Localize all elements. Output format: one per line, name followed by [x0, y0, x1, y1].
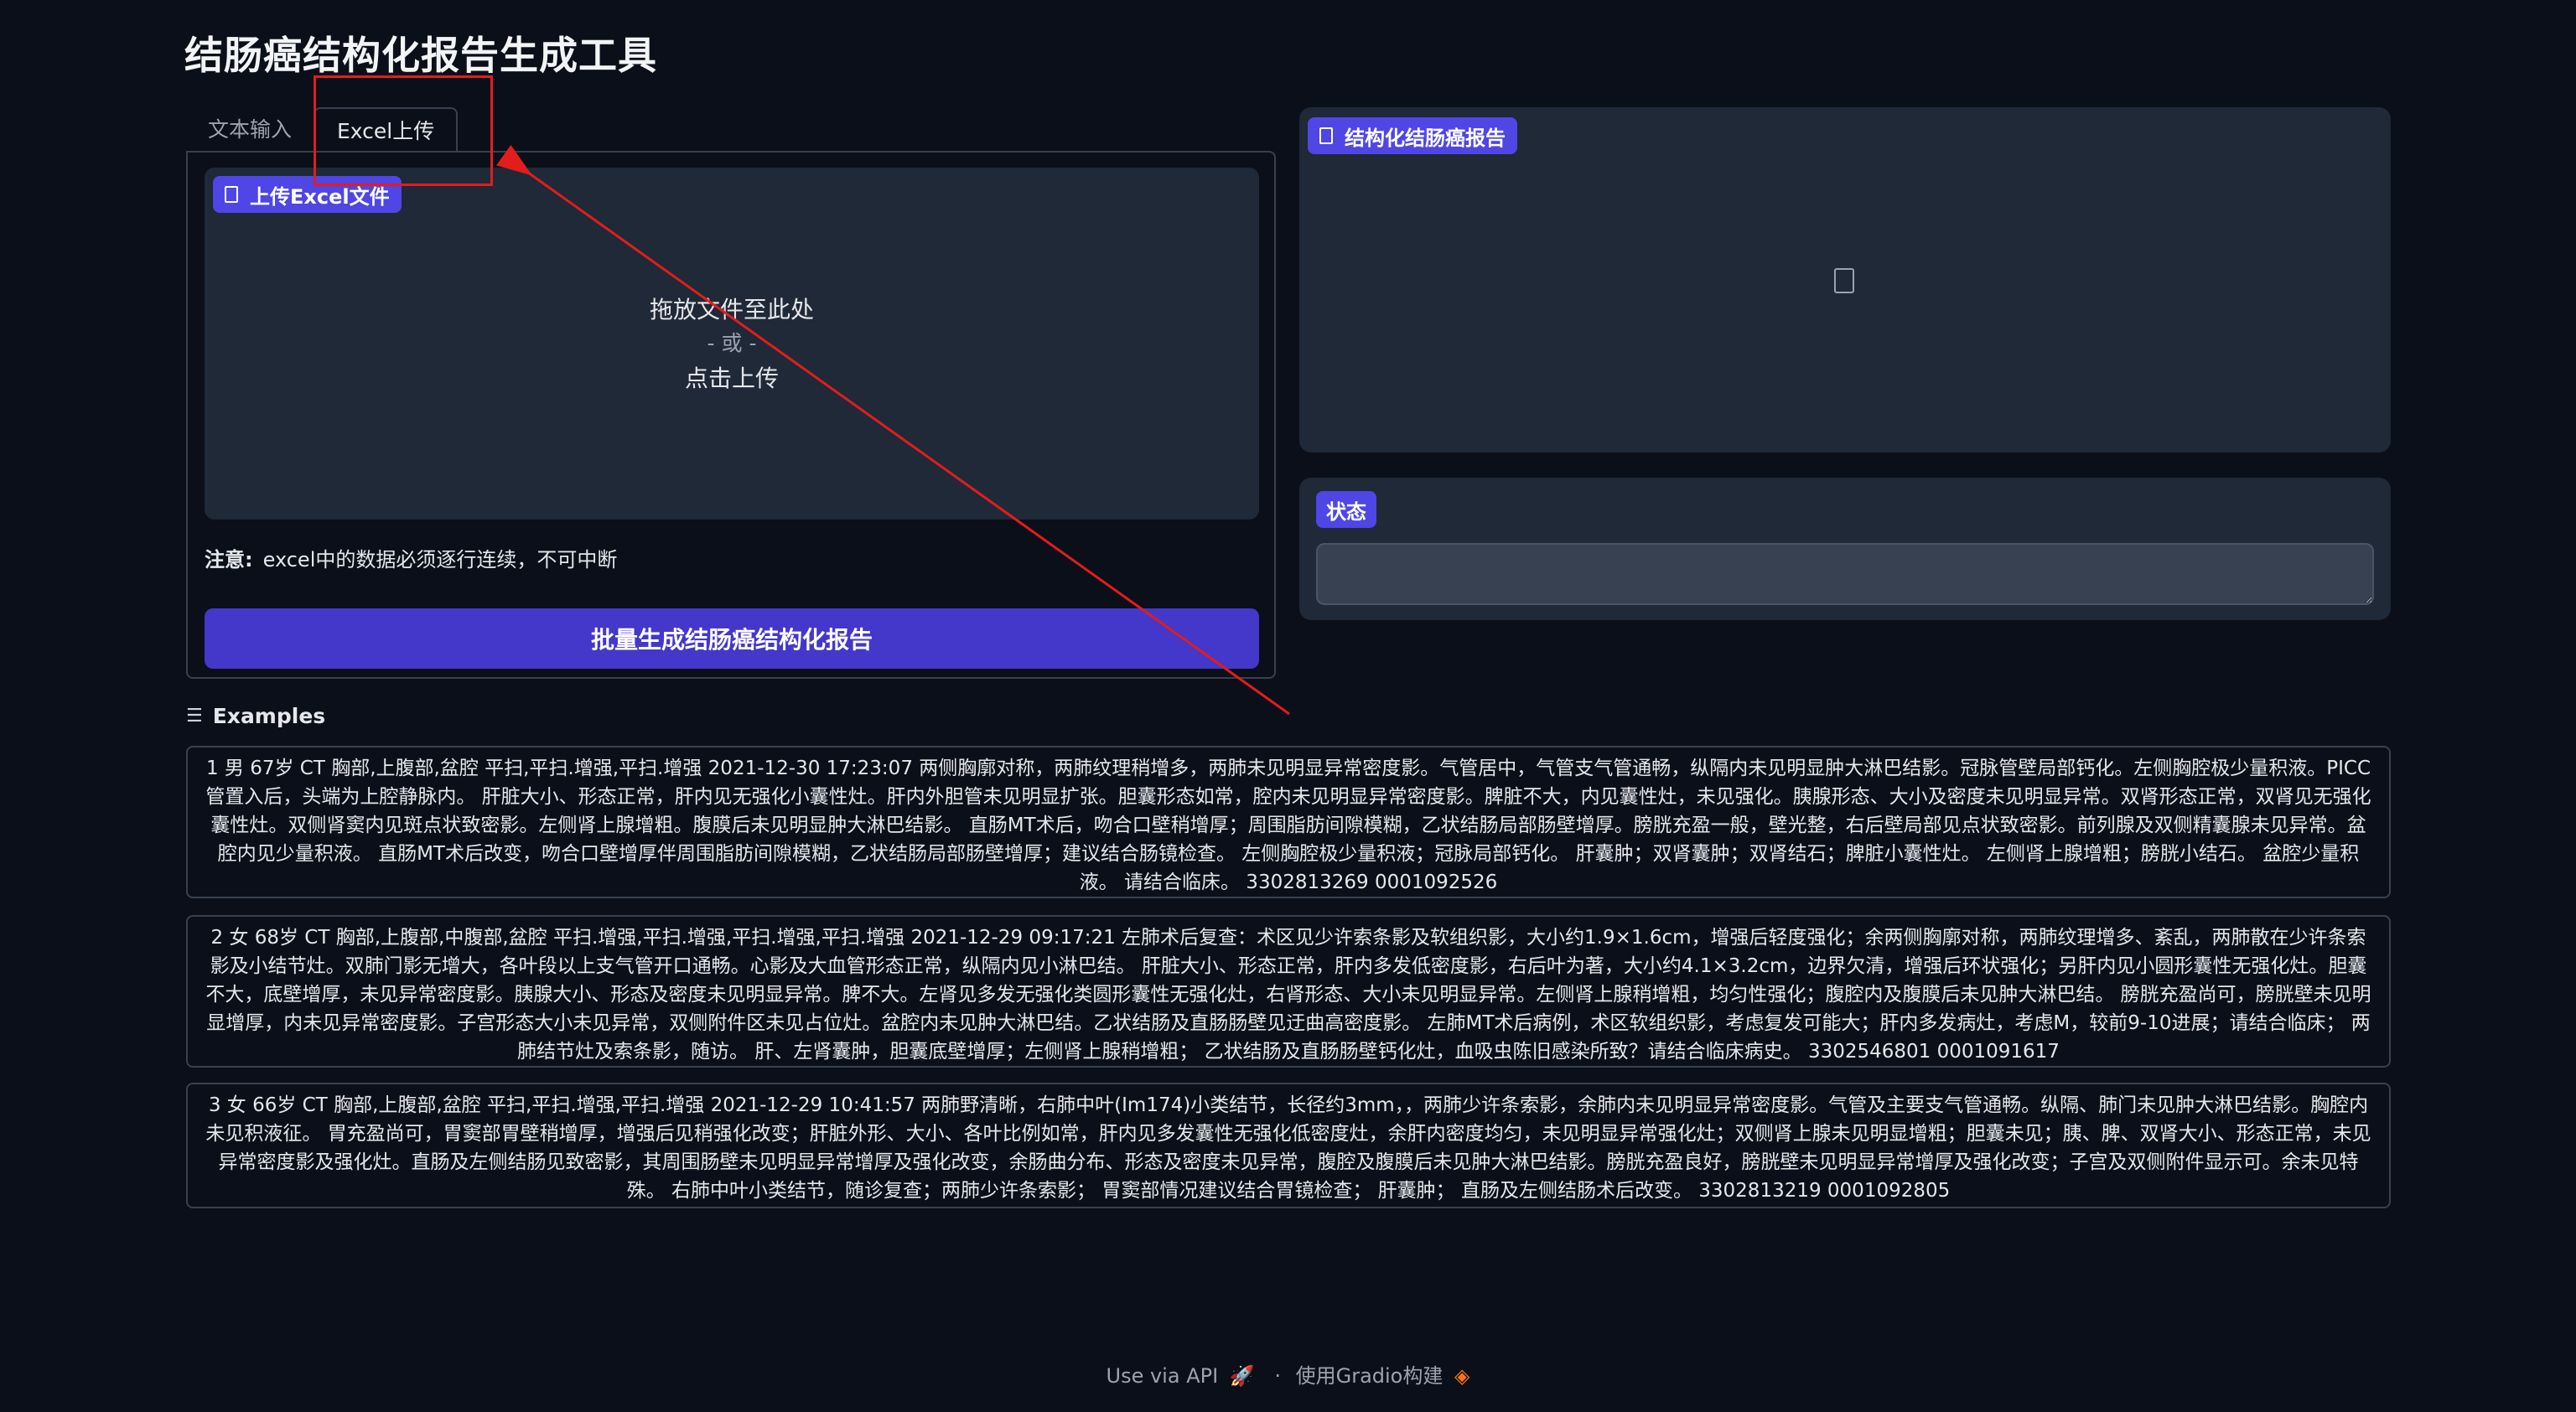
status-field[interactable]	[1316, 543, 2374, 605]
or-text: - 或 -	[707, 331, 757, 355]
status-label-text: 状态	[1326, 499, 1366, 524]
example-item-3[interactable]: 3 女 66岁 CT 胸部,上腹部,盆腔 平扫,平扫.增强,平扫.增强 2021…	[186, 1083, 2391, 1208]
app-root: 结肠癌结构化报告生成工具 文本输入 Excel上传 上传Excel文件 拖放文件…	[0, 0, 2576, 1412]
rocket-icon: 🚀	[1229, 1364, 1255, 1388]
report-label: 结构化结肠癌报告	[1308, 117, 1517, 154]
page-title: 结肠癌结构化报告生成工具	[184, 33, 657, 78]
drop-text: 拖放文件至此处	[649, 296, 814, 323]
tab-bar: 文本输入 Excel上传	[186, 107, 459, 153]
example-item-1[interactable]: 1 男 67岁 CT 胸部,上腹部,盆腔 平扫,平扫.增强,平扫.增强 2021…	[186, 746, 2391, 898]
gradio-link[interactable]: 使用Gradio构建	[1296, 1364, 1443, 1388]
file-dropzone[interactable]: 上传Excel文件 拖放文件至此处 - 或 - 点击上传	[205, 168, 1259, 520]
api-link[interactable]: Use via API	[1107, 1364, 1219, 1388]
tab-text-input[interactable]: 文本输入	[186, 107, 314, 153]
tab-excel-upload[interactable]: Excel上传	[314, 107, 459, 153]
status-label: 状态	[1316, 491, 1376, 528]
status-panel: 状态	[1299, 478, 2391, 620]
click-upload-text[interactable]: 点击上传	[205, 360, 1259, 394]
upload-label: 上传Excel文件	[213, 176, 402, 213]
report-label-text: 结构化结肠癌报告	[1345, 126, 1506, 150]
file-icon	[225, 186, 238, 203]
report-output-panel: 结构化结肠癌报告	[1299, 107, 2391, 453]
empty-file-icon	[1834, 268, 1854, 293]
note-text: 注意: excel中的数据必须逐行连续，不可中断	[205, 543, 617, 572]
gradio-logo-icon: ◈	[1454, 1364, 1470, 1388]
file-icon	[1319, 127, 1333, 144]
list-icon: ☰	[186, 706, 203, 727]
note-prefix: 注意:	[205, 548, 253, 572]
footer: Use via API 🚀 · 使用Gradio构建 ◈	[0, 1359, 2576, 1389]
generate-report-button[interactable]: 批量生成结肠癌结构化报告	[205, 608, 1259, 669]
note-body: excel中的数据必须逐行连续，不可中断	[262, 548, 618, 572]
example-item-2[interactable]: 2 女 68岁 CT 胸部,上腹部,中腹部,盆腔 平扫.增强,平扫.增强,平扫.…	[186, 915, 2391, 1068]
upload-label-text: 上传Excel文件	[250, 184, 390, 209]
examples-heading: ☰ Examples	[186, 704, 325, 728]
footer-separator: ·	[1274, 1364, 1281, 1388]
excel-upload-panel: 上传Excel文件 拖放文件至此处 - 或 - 点击上传 注意: excel中的数…	[186, 151, 1276, 679]
examples-heading-text: Examples	[212, 704, 326, 728]
